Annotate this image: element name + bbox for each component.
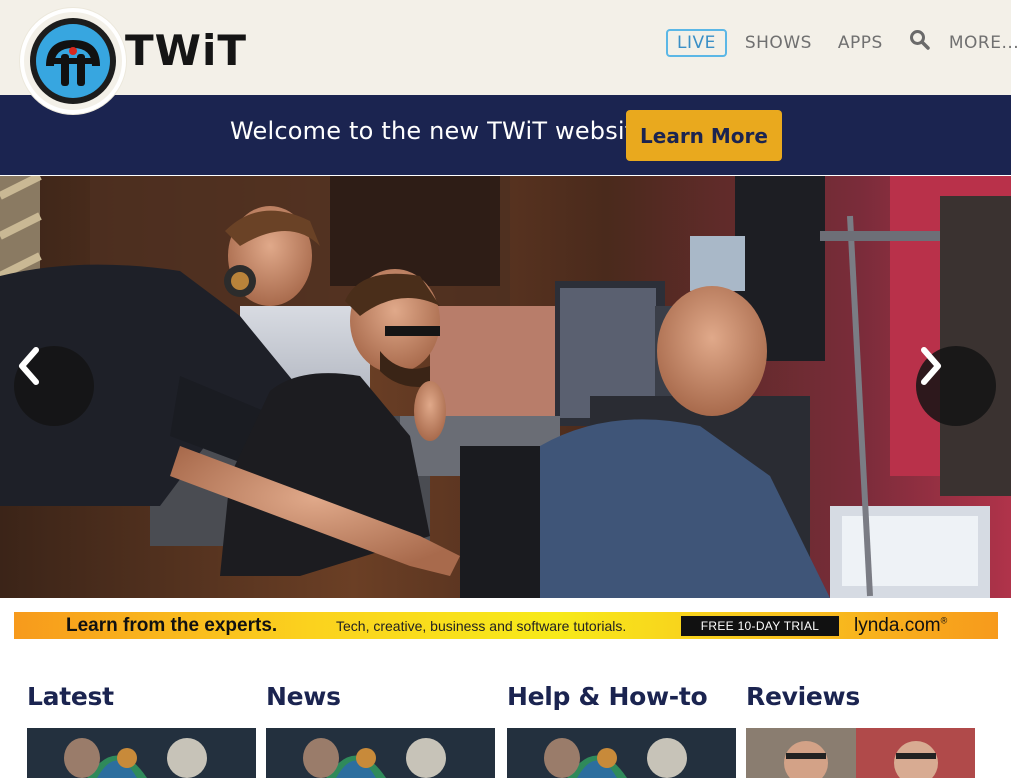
carousel-next-button[interactable] xyxy=(916,346,996,426)
hero-image xyxy=(0,176,1011,598)
welcome-text: Welcome to the new TWiT website xyxy=(230,117,650,145)
section-reviews: Reviews xyxy=(746,682,976,778)
twit-logo-icon xyxy=(36,24,110,98)
hero-carousel xyxy=(0,176,1011,598)
chevron-right-icon xyxy=(921,347,941,385)
ad-brand-name: lynda.com xyxy=(854,615,941,636)
site-logo[interactable] xyxy=(20,8,126,114)
logo-ring xyxy=(30,18,116,104)
section-title[interactable]: News xyxy=(266,682,496,711)
ad-headline: Learn from the experts. xyxy=(66,615,278,636)
main-nav: LIVE SHOWS APPS MORE... xyxy=(666,28,1019,58)
nav-apps[interactable]: APPS xyxy=(838,33,883,53)
site-brand[interactable]: TWiT xyxy=(125,30,247,72)
ad-subtext: Tech, creative, business and software tu… xyxy=(336,618,627,634)
section-help-howto: Help & How-to xyxy=(507,682,737,778)
ad-brand: lynda.com® xyxy=(854,615,947,637)
site-header: TWiT LIVE SHOWS APPS MORE... xyxy=(0,0,1019,95)
carousel-prev-button[interactable] xyxy=(14,346,94,426)
section-title[interactable]: Reviews xyxy=(746,682,976,711)
lynda-ad-banner[interactable]: Learn from the experts. Tech, creative, … xyxy=(14,612,998,639)
search-icon[interactable] xyxy=(909,29,930,51)
section-latest: Latest xyxy=(27,682,257,778)
learn-more-button[interactable]: Learn More xyxy=(626,110,782,161)
ad-brand-mark: ® xyxy=(940,615,948,626)
chevron-left-icon xyxy=(19,347,39,385)
section-thumbnail[interactable] xyxy=(27,728,256,778)
section-thumbnail[interactable] xyxy=(746,728,975,778)
section-title[interactable]: Latest xyxy=(27,682,257,711)
section-news: News xyxy=(266,682,496,778)
welcome-banner: Welcome to the new TWiT website Learn Mo… xyxy=(0,95,1011,175)
section-title[interactable]: Help & How-to xyxy=(507,682,737,711)
nav-live[interactable]: LIVE xyxy=(666,29,727,57)
nav-shows[interactable]: SHOWS xyxy=(745,33,812,53)
brand-text: TWiT xyxy=(125,26,248,75)
section-thumbnail[interactable] xyxy=(266,728,495,778)
nav-more[interactable]: MORE... xyxy=(949,33,1019,53)
ad-trial-button[interactable]: FREE 10-DAY TRIAL xyxy=(681,616,839,636)
section-thumbnail[interactable] xyxy=(507,728,736,778)
